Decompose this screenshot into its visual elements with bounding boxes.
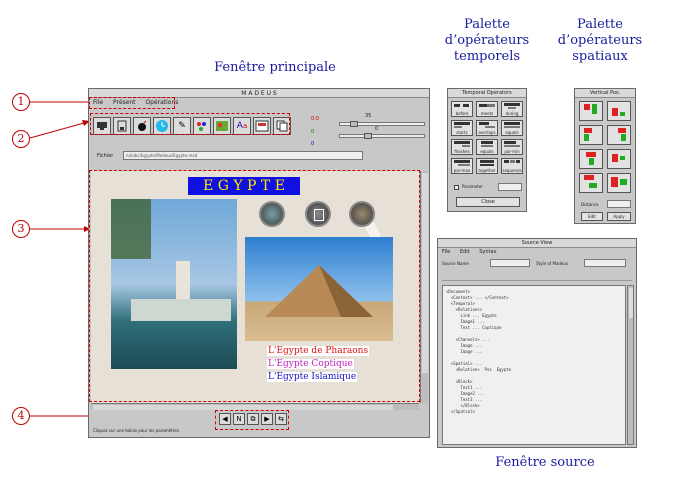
- file-path-field[interactable]: /u/labc/Egypte/Madeus/Egypte.mad: [123, 151, 363, 160]
- highlight-toolbar: [90, 113, 290, 135]
- horizontal-scrollbar[interactable]: [91, 403, 419, 410]
- temporal-close-button[interactable]: Close: [456, 197, 520, 207]
- spatial-apply-button[interactable]: Apply: [607, 212, 631, 221]
- spatial-op-center-h[interactable]: [579, 149, 603, 169]
- op-par-min[interactable]: par-min: [501, 139, 523, 155]
- op-meets[interactable]: meets: [476, 101, 498, 117]
- slider-label-2: 0: [311, 129, 315, 135]
- spatial-palette-window: Vertical Pos. Distance Edit Apply: [574, 88, 636, 224]
- slider-2[interactable]: [339, 133, 425, 139]
- spatial-edit-button[interactable]: Edit: [581, 212, 603, 221]
- spatial-op-top-align[interactable]: [579, 101, 603, 121]
- source-code-line: Text ... Coptique: [446, 325, 502, 330]
- callout-4: 4: [12, 407, 30, 425]
- op-par-max[interactable]: par-max: [451, 158, 473, 174]
- source-text-area[interactable]: <Document> <Context> ... </Context> <Tem…: [442, 285, 626, 445]
- status-bar: Cliquez sur une balise pour les paramètr…: [93, 428, 181, 433]
- temporal-palette-title: Temporal Operators: [448, 89, 526, 98]
- source-window-title: Source View: [438, 239, 636, 248]
- source-menubar: File Edit Syntax: [438, 248, 636, 257]
- parameter-label: Parameter: [462, 184, 483, 189]
- source-code-line: </Spatial>: [446, 409, 475, 414]
- op-before[interactable]: before: [451, 101, 473, 117]
- spatial-op-left-align[interactable]: [579, 125, 603, 145]
- spatial-op-center-v[interactable]: [607, 149, 631, 169]
- callout-2: 2: [12, 130, 30, 148]
- spatial-op-beside[interactable]: [607, 173, 631, 193]
- parameter-checkbox[interactable]: [454, 185, 459, 190]
- op-starts[interactable]: starts: [451, 120, 473, 136]
- highlight-menu: [89, 97, 175, 109]
- source-code-line: <Relation> Pos Egypte: [446, 367, 512, 372]
- vertical-scrollbar[interactable]: [420, 171, 428, 403]
- source-name-label: Source Name: [442, 261, 469, 266]
- source-window: Source View File Edit Syntax Source Name…: [437, 238, 637, 448]
- spatial-operator-grid: [579, 101, 635, 197]
- op-during[interactable]: during: [501, 101, 523, 117]
- callout-3: 3: [12, 220, 30, 238]
- distance-label: Distance: [581, 202, 599, 207]
- op-equals[interactable]: equals: [501, 120, 523, 136]
- slider-value-1: 35: [365, 113, 372, 119]
- op-sequence[interactable]: sequence: [501, 158, 523, 174]
- op-together[interactable]: together: [476, 158, 498, 174]
- slider-label-3: 0: [311, 141, 315, 147]
- slider-panel: 0:0 35 0 0 0: [299, 113, 427, 155]
- source-code: <Document> <Context> ... </Context> <Tem…: [446, 289, 511, 415]
- slider-1[interactable]: [339, 121, 425, 127]
- distance-field[interactable]: [607, 200, 631, 208]
- op-overlaps[interactable]: overlaps: [476, 120, 498, 136]
- callout-1: 1: [12, 93, 30, 111]
- source-menu-syntax[interactable]: Syntax: [479, 249, 496, 255]
- source-scrollbar[interactable]: [627, 285, 634, 445]
- op-finishes[interactable]: finishes: [451, 139, 473, 155]
- highlight-presentation: [89, 170, 420, 402]
- slider-value-2: 0: [375, 126, 379, 132]
- spatial-palette-title: Vertical Pos.: [575, 89, 635, 98]
- file-path-value: /u/labc/Egypte/Madeus/Egypte.mad: [126, 153, 198, 158]
- style-field[interactable]: [584, 259, 626, 267]
- spatial-op-bottom-align[interactable]: [607, 101, 631, 121]
- spatial-op-right-align[interactable]: [607, 125, 631, 145]
- spatial-op-above[interactable]: [579, 173, 603, 193]
- op-equals-2[interactable]: equals: [476, 139, 498, 155]
- source-name-field[interactable]: [490, 259, 530, 267]
- source-menu-edit[interactable]: Edit: [460, 249, 470, 255]
- source-toolbar: [442, 271, 632, 281]
- slider-label-1: 0:0: [311, 116, 320, 122]
- file-label: Fichier: [97, 153, 114, 159]
- source-menu-file[interactable]: File: [442, 249, 450, 255]
- parameter-field[interactable]: [498, 183, 522, 191]
- highlight-nav: [215, 410, 289, 430]
- style-label: Style of Madeus: [536, 261, 568, 266]
- temporal-operator-grid: before meets during starts overlaps equa…: [451, 101, 525, 177]
- temporal-palette-window: Temporal Operators before meets during s…: [447, 88, 527, 212]
